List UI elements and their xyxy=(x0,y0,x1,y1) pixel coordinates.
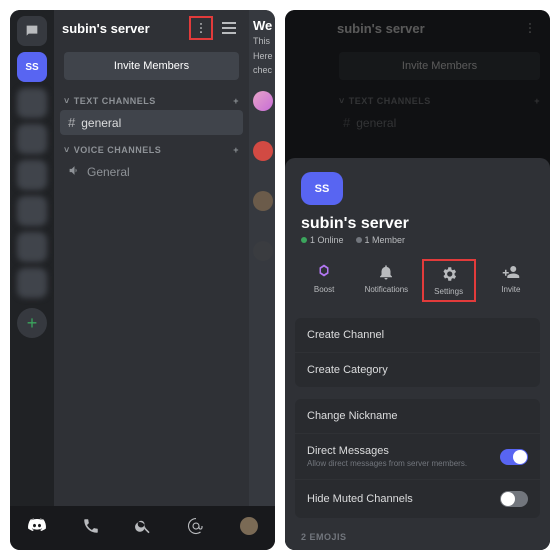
bottom-nav xyxy=(10,506,275,550)
nav-mentions-icon[interactable] xyxy=(187,517,205,540)
add-channel-icon[interactable]: + xyxy=(233,145,239,155)
server-avatar[interactable] xyxy=(17,268,47,298)
server-avatar-selected[interactable]: SS xyxy=(17,52,47,82)
menu-icon[interactable] xyxy=(217,22,241,34)
server-avatar[interactable] xyxy=(17,88,47,118)
add-server-button[interactable]: + xyxy=(17,308,47,338)
chevron-down-icon: ˅ xyxy=(64,145,70,155)
dm-button[interactable] xyxy=(17,16,47,46)
screenshot-right: subin's server Invite Members ˅TEXT CHAN… xyxy=(285,10,550,550)
server-menu-button[interactable] xyxy=(189,16,213,40)
member-dot xyxy=(356,237,362,243)
direct-messages-row[interactable]: Direct Messages Allow direct messages fr… xyxy=(295,433,540,479)
nav-profile-icon[interactable] xyxy=(240,517,258,540)
nav-discord-icon[interactable] xyxy=(27,516,47,541)
server-rail: SS + xyxy=(10,10,54,506)
add-channel-icon[interactable]: + xyxy=(233,96,239,106)
server-avatar: SS xyxy=(301,172,343,205)
avatar xyxy=(253,91,273,111)
bell-icon xyxy=(377,263,395,281)
hide-muted-row[interactable]: Hide Muted Channels xyxy=(295,479,540,518)
avatar xyxy=(253,191,273,211)
server-avatar[interactable] xyxy=(17,232,47,262)
voice-channel-general[interactable]: General xyxy=(60,159,243,185)
channel-panel: subin's server Invite Members ˅ TEXT CHA… xyxy=(54,10,249,506)
server-avatar[interactable] xyxy=(17,124,47,154)
hide-muted-toggle[interactable] xyxy=(500,491,528,507)
gear-icon xyxy=(440,265,458,283)
hash-icon: # xyxy=(68,115,75,130)
content-peek: We This Here chec xyxy=(249,10,275,506)
screenshot-left: SS + subin's server Invite Members ˅ TEX… xyxy=(10,10,275,550)
chevron-down-icon: ˅ xyxy=(64,96,70,106)
invite-icon xyxy=(502,263,520,281)
voice-channels-header[interactable]: ˅ VOICE CHANNELS + xyxy=(54,135,249,159)
avatar xyxy=(253,141,273,161)
avatar xyxy=(253,241,273,261)
emojis-section-header: 2 EMOJIS xyxy=(301,532,550,542)
change-nickname-row[interactable]: Change Nickname xyxy=(295,399,540,433)
dm-toggle[interactable] xyxy=(500,449,528,465)
channel-general[interactable]: # general xyxy=(60,110,243,135)
invite-members-button[interactable]: Invite Members xyxy=(64,52,239,80)
create-channel-row[interactable]: Create Channel xyxy=(295,318,540,352)
create-category-row[interactable]: Create Category xyxy=(295,352,540,387)
invite-button[interactable]: Invite xyxy=(484,259,538,302)
text-channels-header[interactable]: ˅ TEXT CHANNELS + xyxy=(54,86,249,110)
boost-button[interactable]: Boost xyxy=(297,259,351,302)
notifications-button[interactable]: Notifications xyxy=(359,259,413,302)
online-dot xyxy=(301,237,307,243)
server-title[interactable]: subin's server xyxy=(62,21,189,36)
server-options-sheet: SS subin's server 1 Online 1 Member Boos… xyxy=(285,158,550,550)
boost-icon xyxy=(315,263,333,281)
server-name: subin's server xyxy=(301,215,550,233)
server-stats: 1 Online 1 Member xyxy=(301,235,550,245)
nav-friends-icon[interactable] xyxy=(82,517,100,540)
server-avatar[interactable] xyxy=(17,196,47,226)
server-avatar[interactable] xyxy=(17,160,47,190)
nav-search-icon[interactable] xyxy=(134,517,152,540)
settings-button[interactable]: Settings xyxy=(422,259,476,302)
speaker-icon xyxy=(68,164,81,180)
